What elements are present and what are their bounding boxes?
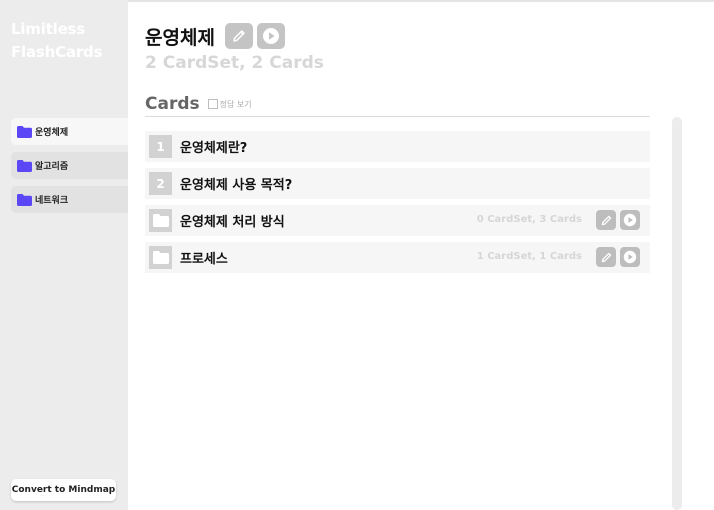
play-icon	[262, 28, 279, 44]
edit-cardset-button[interactable]	[596, 210, 616, 230]
sidebar-item-label: 네트워크	[35, 196, 69, 206]
play-icon	[623, 213, 637, 227]
page-title: 운영체제	[145, 26, 215, 49]
cardset-count: 0 CardSet, 3 Cards	[476, 214, 582, 225]
card-number: 1	[149, 135, 172, 158]
sidebar: Limitless FlashCards 운영체제 알고리즘 네트워크 Conv…	[0, 0, 128, 510]
cardset-actions	[592, 210, 640, 230]
play-cardset-button[interactable]	[620, 247, 640, 267]
play-button[interactable]	[256, 23, 285, 49]
edit-button[interactable]	[224, 23, 253, 49]
scrollbar[interactable]	[672, 117, 682, 510]
cardset-folder	[149, 246, 172, 269]
pencil-icon	[601, 215, 611, 225]
play-cardset-button[interactable]	[620, 210, 640, 230]
cardset-count: 1 CardSet, 1 Cards	[476, 251, 582, 262]
show-answer-checkbox[interactable]	[207, 99, 218, 109]
edit-cardset-button[interactable]	[596, 247, 616, 267]
card-label: 운영체제 사용 목적?	[180, 178, 293, 193]
cardset-label: 운영체제 처리 방식	[180, 215, 285, 230]
app-logo: Limitless FlashCards	[11, 20, 103, 61]
cardset-row[interactable]: 프로세스 1 CardSet, 1 Cards	[145, 242, 650, 273]
card-number: 2	[149, 172, 172, 195]
folder-icon	[17, 159, 32, 172]
sidebar-item-os[interactable]: 운영체제	[11, 118, 128, 145]
convert-to-mindmap-button[interactable]: Convert to Mindmap	[11, 479, 116, 501]
app-window: Limitless FlashCards 운영체제 알고리즘 네트워크 Conv…	[0, 0, 714, 510]
sidebar-list: 운영체제 알고리즘 네트워크	[11, 118, 128, 220]
cardset-actions	[592, 247, 640, 267]
show-answer-toggle[interactable]: 정답 보기	[207, 99, 252, 110]
folder-icon	[17, 125, 32, 138]
cardset-label: 프로세스	[180, 252, 228, 267]
cardset-row[interactable]: 운영체제 처리 방식 0 CardSet, 3 Cards	[145, 205, 650, 236]
cards-title: Cards	[145, 94, 200, 114]
folder-icon	[17, 193, 32, 206]
card-row[interactable]: 1 운영체제란?	[145, 131, 650, 162]
cardset-folder	[149, 209, 172, 232]
title-row: 운영체제	[145, 22, 289, 50]
card-label: 운영체제란?	[180, 141, 248, 156]
folder-icon	[152, 214, 169, 227]
sidebar-item-network[interactable]: 네트워크	[11, 186, 128, 213]
pencil-icon	[233, 30, 245, 42]
sidebar-item-label: 알고리즘	[35, 162, 69, 172]
show-answer-label: 정답 보기	[219, 99, 252, 109]
main-panel: 운영체제 2 CardSet, 2 Cards Cards 정답 보기 1 운영…	[128, 2, 714, 510]
cards-header: Cards 정답 보기	[145, 94, 650, 117]
card-list: 1 운영체제란? 2 운영체제 사용 목적? 운영체제 처리 방식 0 Card…	[145, 131, 650, 279]
pencil-icon	[601, 252, 611, 262]
folder-icon	[152, 251, 169, 264]
card-row[interactable]: 2 운영체제 사용 목적?	[145, 168, 650, 199]
play-icon	[623, 250, 637, 264]
sidebar-item-algorithm[interactable]: 알고리즘	[11, 152, 128, 179]
sidebar-item-label: 운영체제	[35, 128, 69, 138]
page-subtitle: 2 CardSet, 2 Cards	[145, 53, 324, 73]
